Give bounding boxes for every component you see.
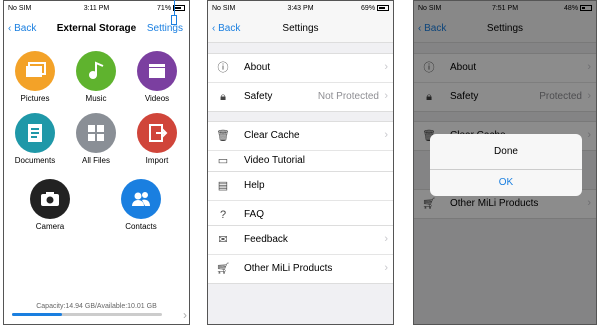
chevron-right-icon: ›	[384, 233, 388, 245]
tile-label: Music	[85, 94, 107, 103]
settings-group-help: ▤ Help ? FAQ	[208, 171, 393, 230]
tile-pictures[interactable]: Pictures	[7, 51, 63, 103]
nav-bar: ‹ Back External Storage Settings	[4, 16, 189, 42]
tile-label: Videos	[144, 94, 170, 103]
all-files-icon	[76, 113, 116, 153]
row-label: Feedback	[244, 234, 288, 245]
cart-icon: 🛒︎	[216, 263, 230, 275]
row-label: Safety	[244, 91, 273, 102]
tile-import[interactable]: Import	[129, 113, 185, 165]
document-icon: ▤	[217, 180, 229, 192]
battery-label: 71%	[157, 5, 172, 12]
row-clear-cache[interactable]: 🗑︎ Clear Cache ›	[208, 122, 393, 150]
tile-documents[interactable]: Documents	[7, 113, 63, 165]
battery-label: 69%	[361, 5, 376, 12]
row-label: About	[244, 62, 271, 73]
battery-indicator: 71%	[157, 4, 185, 14]
chevron-right-icon: ›	[384, 262, 388, 274]
cursor-marker	[171, 15, 177, 25]
tile-videos[interactable]: Videos	[129, 51, 185, 103]
row-safety[interactable]: 🔒︎ Safety Not Protected ›	[208, 82, 393, 111]
settings-group-more: ✉ Feedback › 🛒︎ Other MiLi Products ›	[208, 225, 393, 284]
row-label: Help	[244, 180, 265, 191]
row-feedback[interactable]: ✉ Feedback ›	[208, 226, 393, 254]
info-icon: ⓘ	[217, 62, 229, 74]
tile-label: Documents	[14, 156, 56, 165]
chevron-right-icon[interactable]: ›	[183, 308, 187, 322]
ok-button[interactable]: OK	[430, 177, 582, 188]
video-icon: ▭	[217, 155, 229, 167]
row-label: Other MiLi Products	[244, 263, 333, 274]
videos-icon	[137, 51, 177, 91]
external-storage-screen: No SIM 3:11 PM 71% ‹ Back External Stora…	[3, 0, 190, 325]
row-help[interactable]: ▤ Help	[208, 172, 393, 200]
row-label: FAQ	[244, 209, 265, 220]
storage-progress-bar	[12, 313, 162, 316]
tile-music[interactable]: Music	[68, 51, 124, 103]
lock-icon: 🔒︎	[220, 91, 226, 103]
tile-all-files[interactable]: All Files	[68, 113, 124, 165]
import-icon	[137, 113, 177, 153]
done-alert: Done OK	[430, 134, 582, 196]
storage-text: Capacity:14.94 GB/Available:10.01 GB	[36, 303, 157, 310]
feedback-icon: ✉	[218, 234, 228, 246]
tile-label: Contacts	[125, 222, 157, 231]
contacts-icon	[121, 179, 161, 219]
row-value: Not Protected	[317, 91, 379, 102]
settings-done-screen: No SIM 7:51 PM 48% ‹ Back Settings ⓘ Abou…	[413, 0, 597, 325]
music-icon	[76, 51, 116, 91]
settings-button[interactable]: Settings	[147, 23, 183, 34]
storage-info: Capacity:14.94 GB/Available:10.01 GB	[12, 303, 181, 316]
row-other-products[interactable]: 🛒︎ Other MiLi Products ›	[208, 254, 393, 283]
settings-group-tools: 🗑︎ Clear Cache › ▭ Video Tutorial	[208, 121, 393, 172]
camera-icon	[30, 179, 70, 219]
chevron-right-icon: ›	[384, 61, 388, 73]
chevron-right-icon: ›	[384, 90, 388, 102]
nav-bar: ‹ Back Settings	[208, 16, 393, 42]
chevron-right-icon: ›	[384, 129, 388, 141]
storage-progress-fill	[12, 313, 62, 316]
settings-group-general: ⓘ About › 🔒︎ Safety Not Protected ›	[208, 53, 393, 112]
battery-icon	[377, 5, 389, 12]
tile-label: Import	[145, 156, 169, 165]
tile-camera[interactable]: Camera	[22, 179, 78, 231]
tile-label: Pictures	[20, 94, 50, 103]
page-title: Settings	[282, 23, 319, 34]
settings-screen: No SIM 3:43 PM 69% ‹ Back Settings ⓘ Abou…	[207, 0, 394, 325]
tile-label: Camera	[35, 222, 65, 231]
status-bar: No SIM 3:43 PM 69%	[212, 4, 389, 14]
row-video-tutorial[interactable]: ▭ Video Tutorial	[208, 150, 393, 171]
row-label: Clear Cache	[244, 130, 300, 141]
row-label: Video Tutorial	[244, 155, 305, 166]
tile-contacts[interactable]: Contacts	[113, 179, 169, 231]
alert-title: Done	[494, 146, 518, 157]
trash-icon: 🗑︎	[216, 130, 230, 142]
battery-indicator: 69%	[361, 4, 389, 14]
pointer-line	[174, 0, 175, 15]
documents-icon	[15, 113, 55, 153]
row-about[interactable]: ⓘ About ›	[208, 54, 393, 82]
tile-label: All Files	[81, 156, 110, 165]
status-bar: No SIM 3:11 PM 71%	[8, 4, 185, 14]
divider	[430, 169, 582, 170]
question-icon: ?	[219, 209, 227, 221]
pictures-icon	[15, 51, 55, 91]
